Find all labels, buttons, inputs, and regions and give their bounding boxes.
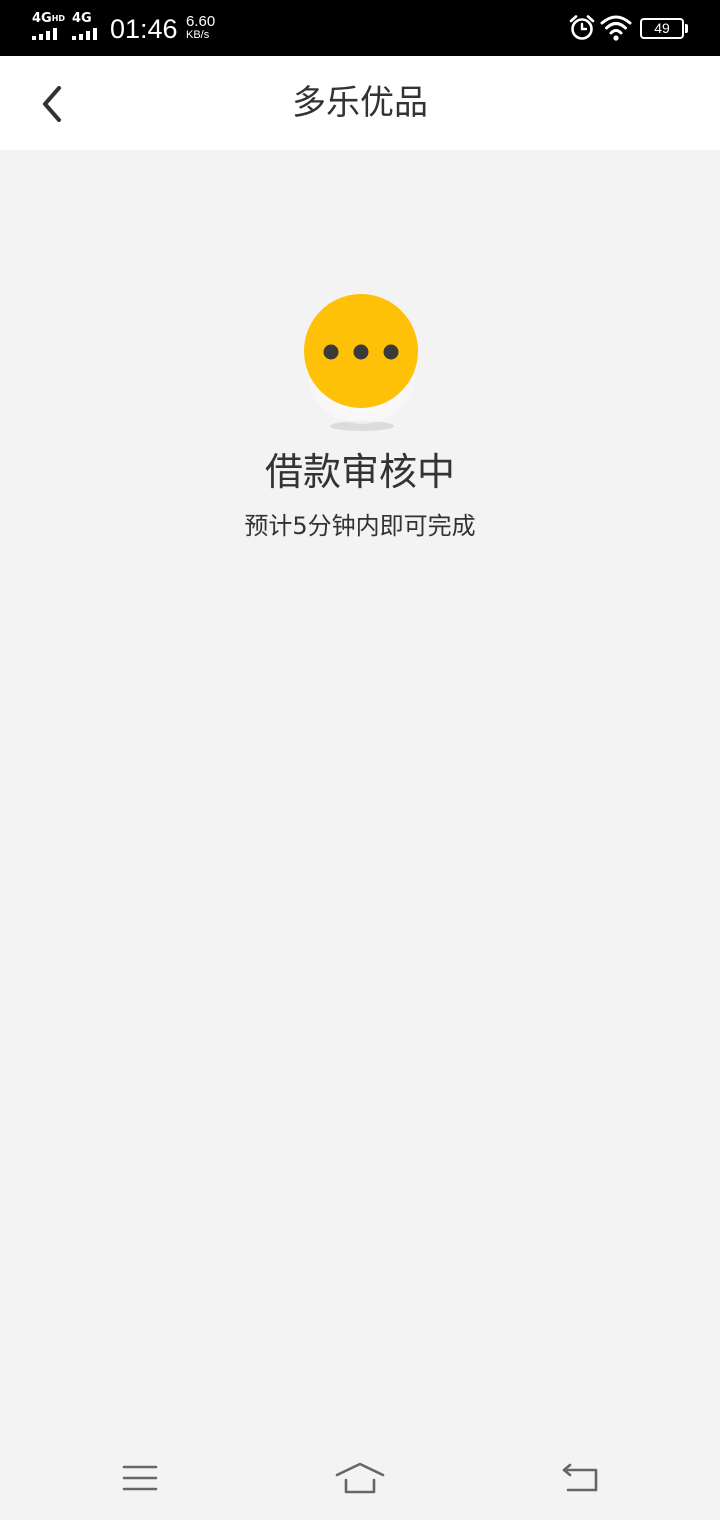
page-title: 多乐优品 bbox=[292, 83, 428, 123]
network-type-label: 4G bbox=[32, 11, 52, 26]
battery-icon: 49 bbox=[640, 18, 688, 39]
chevron-left-icon bbox=[43, 86, 61, 122]
battery-level: 49 bbox=[654, 20, 670, 36]
back-button[interactable] bbox=[28, 80, 76, 128]
nav-home-button[interactable] bbox=[330, 1454, 390, 1502]
review-status-title: 借款审核中 bbox=[264, 450, 455, 494]
speed-unit: KB/s bbox=[186, 29, 210, 41]
hd-badge: HD bbox=[51, 14, 66, 23]
nav-menu-button[interactable] bbox=[110, 1454, 170, 1502]
alarm-icon bbox=[569, 15, 595, 40]
signal-icon bbox=[32, 28, 62, 40]
network-type-label: 4G bbox=[72, 11, 92, 26]
home-icon bbox=[335, 1462, 385, 1494]
network-speed: 6.60 KB/s bbox=[186, 14, 226, 41]
signal-icon bbox=[72, 28, 102, 40]
back-icon bbox=[562, 1463, 598, 1492]
system-nav-bar bbox=[0, 1436, 720, 1520]
status-bar: 4GHD 4G 01:46 6.60 KB/s 49 bbox=[0, 0, 720, 56]
review-status-subtitle: 预计5分钟内即可完成 bbox=[244, 512, 476, 540]
wifi-icon bbox=[600, 15, 632, 41]
menu-icon bbox=[122, 1465, 158, 1491]
loading-dots-icon bbox=[304, 294, 418, 431]
speed-value: 6.60 bbox=[186, 13, 216, 30]
network-indicator-1: 4GHD bbox=[32, 12, 68, 42]
app-header: 多乐优品 bbox=[0, 56, 720, 150]
network-indicator-2: 4G bbox=[72, 12, 108, 42]
status-time: 01:46 bbox=[110, 14, 178, 44]
nav-back-button[interactable] bbox=[550, 1454, 610, 1502]
